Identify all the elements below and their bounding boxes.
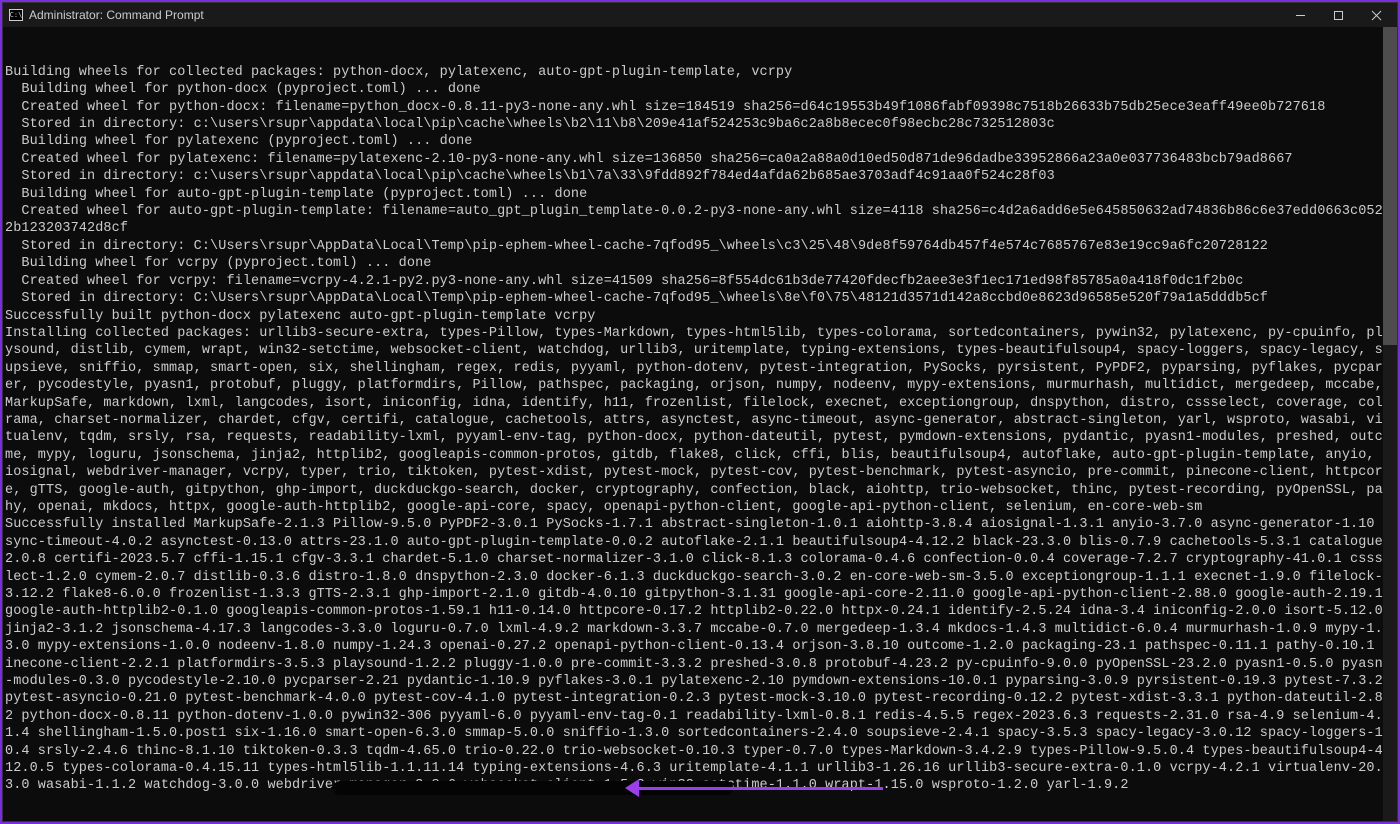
close-button[interactable] — [1369, 8, 1383, 22]
window-title: Administrator: Command Prompt — [29, 8, 204, 22]
maximize-button[interactable] — [1331, 8, 1345, 22]
output-text: Building wheels for collected packages: … — [5, 64, 1395, 812]
scrollbar-thumb[interactable] — [1383, 27, 1397, 345]
titlebar[interactable]: C:\ Administrator: Command Prompt — [3, 3, 1397, 27]
minimize-button[interactable] — [1293, 8, 1307, 22]
scrollbar[interactable] — [1383, 27, 1397, 821]
cmd-icon: C:\ — [9, 9, 23, 21]
command-prompt-window: C:\ Administrator: Command Prompt Buildi… — [2, 2, 1398, 822]
terminal-output[interactable]: Building wheels for collected packages: … — [3, 27, 1397, 821]
